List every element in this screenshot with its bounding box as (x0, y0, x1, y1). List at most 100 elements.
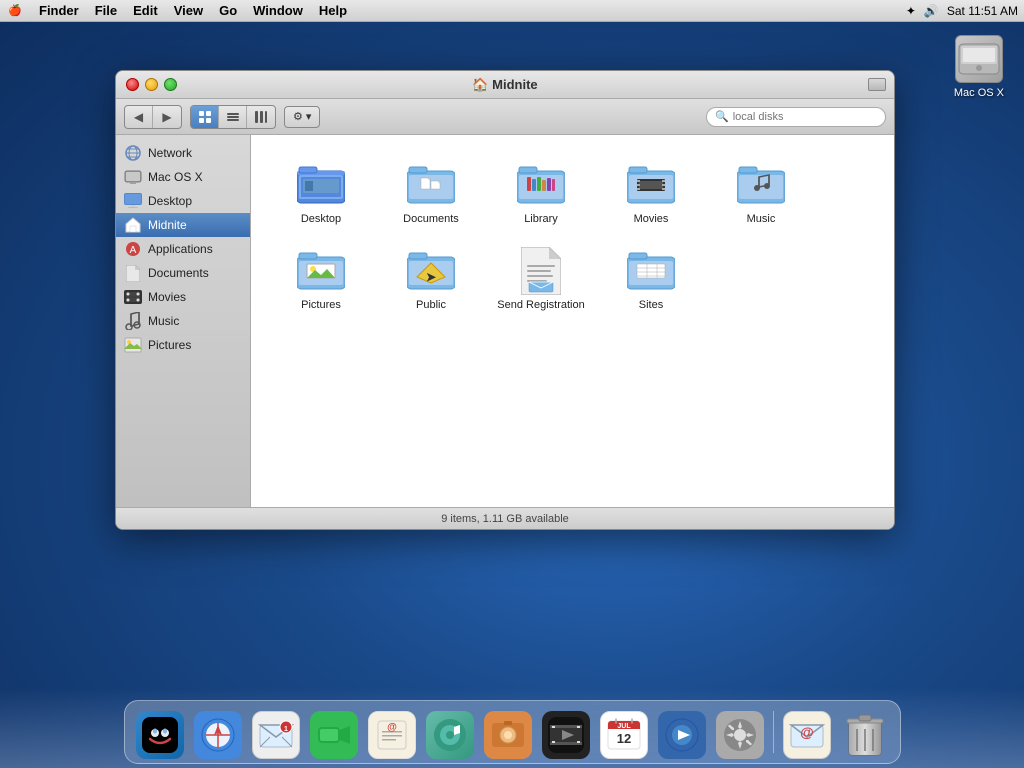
file-item-desktop[interactable]: Desktop (271, 155, 371, 231)
statusbar: 9 items, 1.11 GB available (116, 507, 894, 529)
status-text: 9 items, 1.11 GB available (441, 513, 569, 525)
hd-label: Mac OS X (954, 87, 1004, 99)
minimize-button[interactable] (145, 78, 158, 91)
sidebar-item-network[interactable]: Network (116, 141, 250, 165)
file-area: Desktop (251, 135, 894, 507)
file-item-music[interactable]: Music (711, 155, 811, 231)
dock-item-quicktime[interactable] (655, 705, 709, 759)
menu-file[interactable]: File (88, 2, 124, 19)
dock-item-facetime[interactable] (307, 705, 361, 759)
dock-item-addressbook[interactable]: @ (365, 705, 419, 759)
sidebar: Network Mac OS X (116, 135, 251, 507)
dock-item-systemprefs[interactable] (713, 705, 767, 759)
maximize-button[interactable] (164, 78, 177, 91)
dock-facetime-icon (310, 711, 358, 759)
svg-text:A: A (130, 245, 137, 256)
file-item-library[interactable]: Library (491, 155, 591, 231)
window-title: 🏠 Midnite (126, 77, 884, 93)
macosx-icon (124, 168, 142, 186)
file-label-public: Public (416, 299, 446, 311)
file-item-movies[interactable]: Movies (601, 155, 701, 231)
sidebar-item-documents[interactable]: Documents (116, 261, 250, 285)
dock-item-ical[interactable]: JUL 12 (597, 705, 651, 759)
collapse-button[interactable] (868, 78, 886, 91)
list-view-button[interactable] (219, 106, 247, 128)
sidebar-item-movies[interactable]: Movies (116, 285, 250, 309)
desktop-hd[interactable]: Mac OS X (954, 35, 1004, 99)
menu-view[interactable]: View (167, 2, 210, 19)
file-label-desktop: Desktop (301, 213, 341, 225)
file-item-pictures[interactable]: Pictures (271, 241, 371, 317)
file-label-sites: Sites (639, 299, 663, 311)
file-label-library: Library (524, 213, 558, 225)
sidebar-item-label-network: Network (148, 146, 192, 160)
svg-text:JUL: JUL (617, 723, 631, 730)
dock-systemprefs-icon (716, 711, 764, 759)
dock-item-iphoto[interactable] (481, 705, 535, 759)
sidebar-item-macosx[interactable]: Mac OS X (116, 165, 250, 189)
svg-text:➤: ➤ (426, 270, 437, 284)
menu-finder[interactable]: Finder (32, 2, 86, 19)
search-box[interactable]: 🔍 (706, 107, 886, 127)
dock-item-safari[interactable] (191, 705, 245, 759)
back-button[interactable]: ◀ (125, 106, 153, 128)
pictures-sidebar-icon (124, 336, 142, 354)
file-item-sites[interactable]: Sites (601, 241, 701, 317)
dock: 1 @ (0, 688, 1024, 768)
apple-menu[interactable]: 🍎 (6, 2, 24, 20)
column-view-button[interactable] (247, 106, 275, 128)
menu-window[interactable]: Window (246, 2, 310, 19)
sidebar-item-desktop[interactable]: Desktop (116, 189, 250, 213)
music-folder-icon (737, 161, 785, 209)
file-item-send-registration[interactable]: Send Registration (491, 241, 591, 317)
menu-edit[interactable]: Edit (126, 2, 165, 19)
file-item-public[interactable]: ➤ Public (381, 241, 481, 317)
action-button[interactable]: ⚙ ▾ (284, 106, 320, 128)
sidebar-item-label-applications: Applications (148, 242, 213, 256)
documents-folder-icon (407, 161, 455, 209)
file-label-movies: Movies (634, 213, 669, 225)
dock-ical-icon: JUL 12 (600, 711, 648, 759)
sidebar-item-pictures[interactable]: Pictures (116, 333, 250, 357)
datetime: Sat 11:51 AM (947, 4, 1018, 18)
send-registration-icon (517, 247, 565, 295)
menu-help[interactable]: Help (312, 2, 354, 19)
menu-go[interactable]: Go (212, 2, 244, 19)
forward-button[interactable]: ▶ (153, 106, 181, 128)
volume-icon[interactable]: 🔊 (924, 4, 939, 18)
menubar-right: ✦ 🔊 Sat 11:51 AM (906, 4, 1018, 18)
dock-separator (773, 711, 774, 753)
dock-item-mail[interactable]: 1 (249, 705, 303, 759)
desktop-folder-icon (297, 161, 345, 209)
traffic-lights (126, 78, 177, 91)
toolbar: ◀ ▶ (116, 99, 894, 135)
sidebar-item-music[interactable]: Music (116, 309, 250, 333)
search-input[interactable] (733, 111, 877, 123)
dock-quicktime-icon (658, 711, 706, 759)
movies-folder-icon (627, 161, 675, 209)
icon-view-button[interactable] (191, 106, 219, 128)
sidebar-item-applications[interactable]: A Applications (116, 237, 250, 261)
bluetooth-icon[interactable]: ✦ (906, 4, 916, 18)
file-item-documents[interactable]: Documents (381, 155, 481, 231)
menubar-items: Finder File Edit View Go Window Help (32, 2, 906, 19)
dock-item-imovie[interactable] (539, 705, 593, 759)
file-label-pictures: Pictures (301, 299, 341, 311)
dock-safari-icon (194, 711, 242, 759)
dock-item-mail2[interactable]: @ (780, 705, 834, 759)
titlebar: 🏠 Midnite (116, 71, 894, 99)
dock-item-trash[interactable] (838, 705, 892, 759)
menubar: 🍎 Finder File Edit View Go Window Help ✦… (0, 0, 1024, 22)
svg-text:@: @ (800, 724, 814, 740)
dock-item-itunes[interactable] (423, 705, 477, 759)
file-label-music: Music (747, 213, 776, 225)
sidebar-item-label-movies: Movies (148, 290, 186, 304)
dock-mail2-icon: @ (783, 711, 831, 759)
dock-imovie-icon (542, 711, 590, 759)
public-folder-icon: ➤ (407, 247, 455, 295)
dock-item-finder[interactable] (133, 705, 187, 759)
network-icon (124, 144, 142, 162)
svg-text:1: 1 (284, 726, 288, 733)
sidebar-item-midnite[interactable]: Midnite (116, 213, 250, 237)
close-button[interactable] (126, 78, 139, 91)
